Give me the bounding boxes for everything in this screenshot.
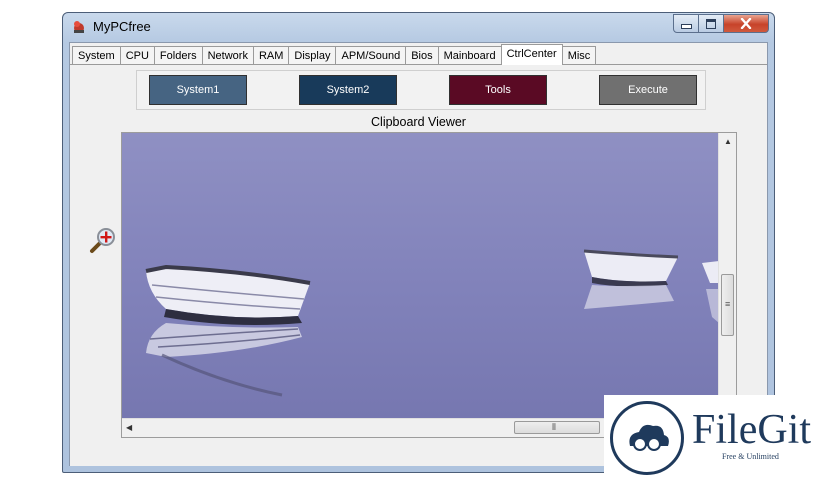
tab-ram[interactable]: RAM: [252, 46, 290, 65]
tab-apm-sound[interactable]: APM/Sound: [335, 46, 407, 65]
close-icon: [740, 18, 752, 29]
maximize-icon: [706, 18, 716, 29]
button-strip: System1 System2 Tools Execute: [136, 70, 706, 110]
window-title: MyPCfree: [93, 19, 151, 34]
zoom-in-icon[interactable]: [88, 225, 118, 255]
tab-bar: System CPU Folders Network RAM Display A…: [72, 44, 597, 65]
tools-button[interactable]: Tools: [449, 75, 547, 105]
scroll-left-icon[interactable]: ◀: [126, 423, 132, 433]
tab-ctrlcenter[interactable]: CtrlCenter: [500, 44, 563, 65]
title-bar[interactable]: MyPCfree: [63, 13, 774, 41]
clipboard-viewer-label: Clipboard Viewer: [371, 115, 466, 129]
system2-button[interactable]: System2: [299, 75, 397, 105]
vertical-scroll-thumb[interactable]: ≡: [721, 274, 734, 336]
tab-display[interactable]: Display: [288, 46, 337, 65]
tab-network[interactable]: Network: [201, 46, 254, 65]
vertical-scrollbar[interactable]: ▲ ≡: [718, 133, 736, 419]
watermark-name: FileGit: [692, 407, 812, 453]
grip-icon: ≡: [725, 299, 731, 309]
maximize-button[interactable]: [699, 14, 724, 33]
minimize-button[interactable]: [673, 14, 699, 33]
scroll-up-icon[interactable]: ▲: [724, 137, 732, 147]
clipboard-image: [122, 133, 719, 419]
tab-folders[interactable]: Folders: [153, 46, 203, 65]
caption-buttons: [673, 14, 769, 33]
minimize-icon: [680, 24, 692, 29]
execute-button[interactable]: Execute: [599, 75, 697, 105]
close-button[interactable]: [724, 14, 769, 33]
cloud-logo-icon: [610, 401, 684, 475]
tab-bios[interactable]: Bios: [405, 46, 439, 65]
tab-cpu[interactable]: CPU: [119, 46, 155, 65]
watermark-tagline: Free & Unlimited: [722, 452, 779, 461]
filegit-watermark: FileGit Free & Unlimited: [604, 395, 836, 484]
tab-mainboard[interactable]: Mainboard: [437, 46, 502, 65]
grip-icon: ⦀: [552, 422, 556, 432]
horizontal-scroll-thumb[interactable]: ⦀: [514, 421, 600, 434]
app-icon: [74, 21, 84, 33]
clipboard-viewer[interactable]: ▲ ≡ ◀ ⦀: [121, 132, 737, 438]
tab-system[interactable]: System: [72, 46, 121, 65]
tab-misc[interactable]: Misc: [561, 46, 597, 65]
system1-button[interactable]: System1: [149, 75, 247, 105]
